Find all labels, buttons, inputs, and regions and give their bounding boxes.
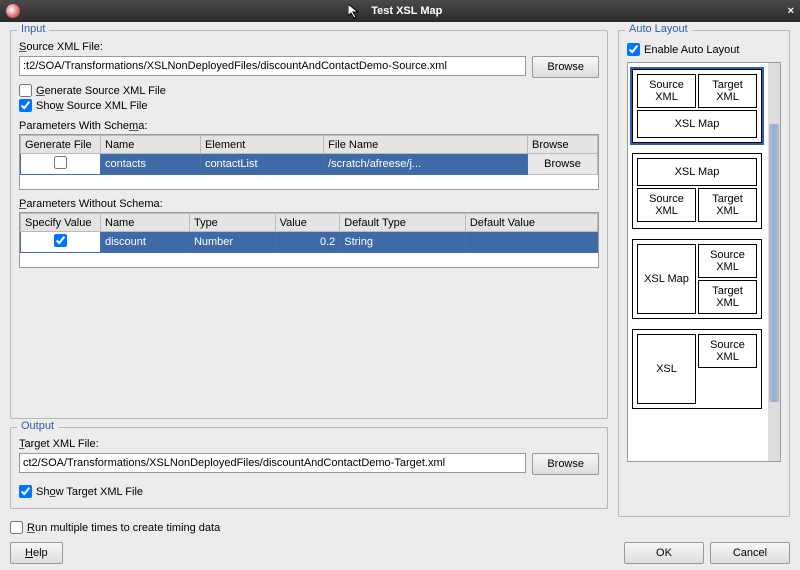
ok-button[interactable]: OK	[624, 542, 704, 564]
output-legend: Output	[17, 420, 58, 432]
input-legend: Input	[17, 23, 49, 35]
layout-option-1[interactable]: Source XML Target XML XSL Map	[632, 69, 762, 143]
layout-cell: Source XML	[698, 244, 757, 278]
col-name[interactable]: Name	[101, 136, 201, 154]
help-button[interactable]: Help	[10, 542, 63, 564]
col-element[interactable]: Element	[200, 136, 323, 154]
generate-file-checkbox[interactable]	[54, 156, 67, 169]
col-name2[interactable]: Name	[101, 214, 190, 232]
layout-option-4[interactable]: Source XML XSL	[632, 329, 762, 409]
app-icon	[6, 4, 20, 18]
source-xml-label: Source XML File:	[19, 41, 599, 53]
layout-cell: XSL Map	[637, 244, 696, 314]
col-generate-file[interactable]: Generate File	[21, 136, 101, 154]
show-target-checkbox[interactable]	[19, 485, 32, 498]
table-row[interactable]: discount Number 0.2 String	[21, 232, 598, 253]
col-specify-value[interactable]: Specify Value	[21, 214, 101, 232]
show-target-label: Show Target XML File	[36, 486, 143, 498]
target-browse-button[interactable]: Browse	[532, 453, 599, 475]
layout-cell: Target XML	[698, 188, 757, 222]
layout-cell: Source XML	[637, 74, 696, 108]
auto-layout-legend: Auto Layout	[625, 23, 692, 35]
layout-cell: Source XML	[698, 334, 757, 368]
col-default-value[interactable]: Default Value	[465, 214, 597, 232]
window-title: Test XSL Map	[26, 5, 788, 17]
cell-type[interactable]: Number	[189, 232, 275, 253]
close-icon[interactable]: ×	[788, 5, 794, 17]
params-without-schema-label: Parameters Without Schema:	[19, 198, 599, 210]
source-xml-input[interactable]	[19, 56, 526, 76]
enable-auto-layout-checkbox[interactable]	[627, 43, 640, 56]
cell-defval[interactable]	[465, 232, 597, 253]
col-file-name[interactable]: File Name	[324, 136, 528, 154]
col-type[interactable]: Type	[189, 214, 275, 232]
params-with-schema-label: Parameters With Schema:	[19, 120, 599, 132]
run-multiple-label: Run multiple times to create timing data	[27, 522, 220, 534]
specify-value-checkbox[interactable]	[54, 234, 67, 247]
generate-source-checkbox[interactable]	[19, 84, 32, 97]
run-multiple-checkbox[interactable]	[10, 521, 23, 534]
enable-auto-layout-label: Enable Auto Layout	[644, 44, 739, 56]
cell-name[interactable]: contacts	[101, 154, 201, 175]
cell-name2[interactable]: discount	[101, 232, 190, 253]
layout-options: Source XML Target XML XSL Map XSL Map So…	[627, 62, 781, 462]
table-row[interactable]: contacts contactList /scratch/afreese/j.…	[21, 154, 598, 175]
show-source-checkbox[interactable]	[19, 99, 32, 112]
scrollbar[interactable]	[768, 63, 780, 461]
layout-option-2[interactable]: XSL Map Source XML Target XML	[632, 153, 762, 229]
output-fieldset: Output Target XML File: Browse Show Targ…	[10, 427, 608, 509]
cell-file[interactable]: /scratch/afreese/j...	[324, 154, 528, 175]
titlebar: Test XSL Map ×	[0, 0, 800, 22]
target-xml-label: Target XML File:	[19, 438, 599, 450]
cell-value[interactable]: 0.2	[275, 232, 340, 253]
target-xml-input[interactable]	[19, 453, 526, 473]
layout-option-3[interactable]: XSL Map Source XML Target XML	[632, 239, 762, 319]
col-value[interactable]: Value	[275, 214, 340, 232]
layout-cell: XSL Map	[637, 110, 757, 138]
input-fieldset: Input Source XML File: Browse Generate S…	[10, 30, 608, 419]
cell-element[interactable]: contactList	[200, 154, 323, 175]
col-default-type[interactable]: Default Type	[340, 214, 466, 232]
row-browse-button[interactable]: Browse	[528, 154, 598, 175]
params-without-schema-table: Specify Value Name Type Value Default Ty…	[19, 212, 599, 268]
cell-deftype[interactable]: String	[340, 232, 466, 253]
layout-cell: Target XML	[698, 280, 757, 314]
scrollbar-thumb[interactable]	[769, 124, 779, 403]
col-browse[interactable]: Browse	[528, 136, 598, 154]
auto-layout-fieldset: Auto Layout Enable Auto Layout Source XM…	[618, 30, 790, 517]
cancel-button[interactable]: Cancel	[710, 542, 790, 564]
layout-cell: XSL Map	[637, 158, 757, 186]
layout-cell: XSL	[637, 334, 696, 404]
generate-source-label: Generate Source XML File	[36, 85, 166, 97]
layout-cell: Target XML	[698, 74, 757, 108]
params-with-schema-table: Generate File Name Element File Name Bro…	[19, 134, 599, 190]
show-source-label: Show Source XML File	[36, 100, 148, 112]
source-browse-button[interactable]: Browse	[532, 56, 599, 78]
layout-cell: Source XML	[637, 188, 696, 222]
